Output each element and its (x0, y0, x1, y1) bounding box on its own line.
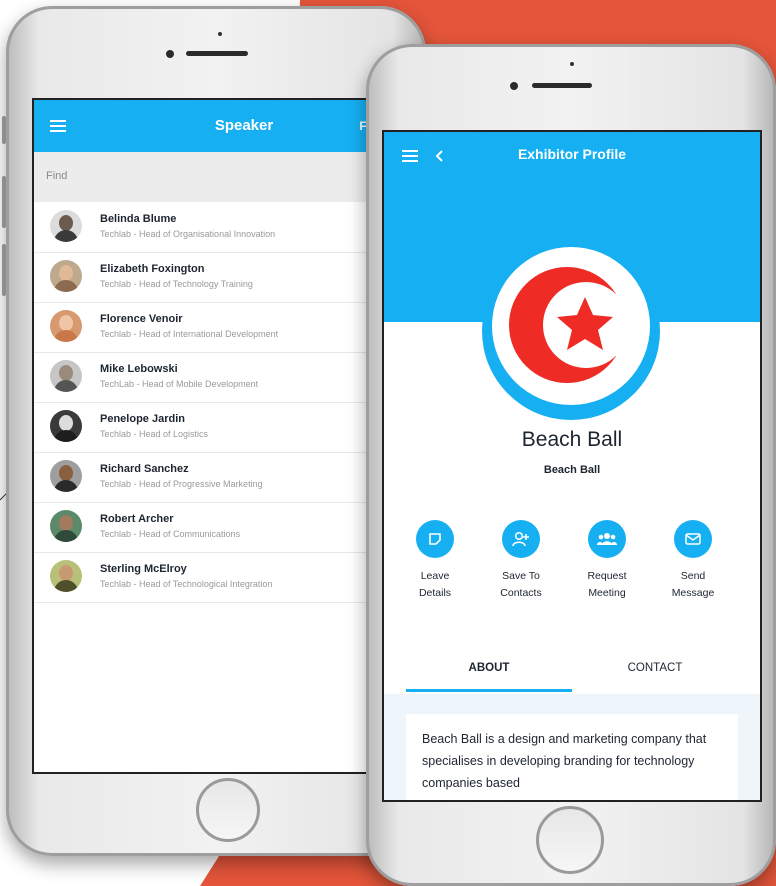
action-label-line1: Request (587, 570, 627, 582)
action-label-line2: Contacts (500, 587, 542, 599)
company-logo (492, 247, 650, 405)
speaker-name: Belinda Blume (100, 213, 177, 225)
speaker-role: Techlab - Head of Progressive Marketing (100, 479, 263, 489)
leave-details-button[interactable]: Leave Details (400, 520, 470, 602)
tab-about[interactable]: ABOUT (406, 662, 572, 674)
speaker-role: Techlab - Head of Technological Integrat… (100, 579, 273, 589)
mail-icon (685, 533, 701, 545)
speaker-appbar: Speaker F (34, 100, 368, 152)
avatar (50, 360, 82, 392)
search-bar[interactable]: Find (34, 152, 368, 202)
page-title: Exhibitor Profile (517, 146, 627, 162)
group-icon (597, 533, 617, 545)
search-input[interactable]: Find (46, 170, 67, 182)
save-to-contacts-button[interactable]: Save To Contacts (486, 520, 556, 602)
avatar (50, 260, 82, 292)
action-label-line2: Meeting (588, 587, 626, 599)
speaker-screen: Speaker F Find Belinda Blume Techlab - H… (32, 98, 370, 774)
speaker-role: Techlab - Head of Organisational Innovat… (100, 229, 276, 239)
speaker-list-item[interactable]: Sterling McElroy Techlab - Head of Techn… (34, 552, 368, 603)
speaker-name: Mike Lebowski (100, 363, 178, 375)
home-button[interactable] (536, 806, 604, 874)
about-text: Beach Ball is a design and marketing com… (422, 732, 707, 790)
speaker-list-item[interactable]: Penelope Jardin Techlab - Head of Logist… (34, 402, 368, 453)
home-button[interactable] (196, 778, 260, 842)
speaker-list-item[interactable]: Robert Archer Techlab - Head of Communic… (34, 502, 368, 553)
avatar (50, 410, 82, 442)
action-label-line1: Save To (502, 570, 540, 582)
speaker-name: Sterling McElroy (100, 563, 187, 575)
left-phone: Speaker F Find Belinda Blume Techlab - H… (2, 6, 426, 856)
speaker-role: Techlab - Head of Communications (100, 529, 241, 539)
speaker-name: Elizabeth Foxington (100, 263, 205, 275)
action-label-line2: Details (418, 587, 452, 599)
speaker-list-item[interactable]: Richard Sanchez Techlab - Head of Progre… (34, 452, 368, 503)
avatar (50, 310, 82, 342)
speaker-list-item[interactable]: Belinda Blume Techlab - Head of Organisa… (34, 202, 368, 253)
right-phone: Exhibitor Profile Beach Ball Beach Ball … (366, 44, 776, 886)
note-icon (429, 533, 441, 545)
avatar (50, 460, 82, 492)
avatar (50, 510, 82, 542)
speaker-role: Techlab - Head of Logistics (100, 429, 209, 439)
company-subtitle: Beach Ball (543, 464, 601, 476)
speaker-list-item[interactable]: Elizabeth Foxington Techlab - Head of Te… (34, 252, 368, 303)
speaker-role: Techlab - Head of Technology Training (100, 279, 253, 289)
send-message-button[interactable]: Send Message (658, 520, 728, 602)
exhibitor-screen: Exhibitor Profile Beach Ball Beach Ball … (382, 130, 762, 802)
tab-indicator (406, 689, 572, 692)
page-title: Speaker (214, 117, 274, 134)
speaker-role: Techlab - Head of International Developm… (100, 329, 279, 339)
speaker-list-item[interactable]: Mike Lebowski TechLab - Head of Mobile D… (34, 352, 368, 403)
tab-contact[interactable]: CONTACT (572, 662, 738, 674)
speaker-list-item[interactable]: Florence Venoir Techlab - Head of Intern… (34, 302, 368, 353)
action-label-line1: Send (680, 570, 706, 582)
action-label-line2: Message (671, 587, 715, 599)
company-name: Beach Ball (521, 428, 623, 451)
avatar (50, 560, 82, 592)
speaker-role: TechLab - Head of Mobile Development (100, 379, 259, 389)
speaker-name: Richard Sanchez (100, 463, 189, 475)
crescent-star-logo-icon (509, 267, 629, 383)
about-card: Beach Ball is a design and marketing com… (406, 714, 738, 800)
hamburger-menu-icon[interactable] (50, 120, 66, 132)
speaker-name: Robert Archer (100, 513, 174, 525)
action-label-line1: Leave (420, 570, 450, 582)
add-contact-icon (512, 531, 529, 547)
avatar (50, 210, 82, 242)
speaker-name: Florence Venoir (100, 313, 183, 325)
request-meeting-button[interactable]: Request Meeting (572, 520, 642, 602)
speaker-name: Penelope Jardin (100, 413, 185, 425)
